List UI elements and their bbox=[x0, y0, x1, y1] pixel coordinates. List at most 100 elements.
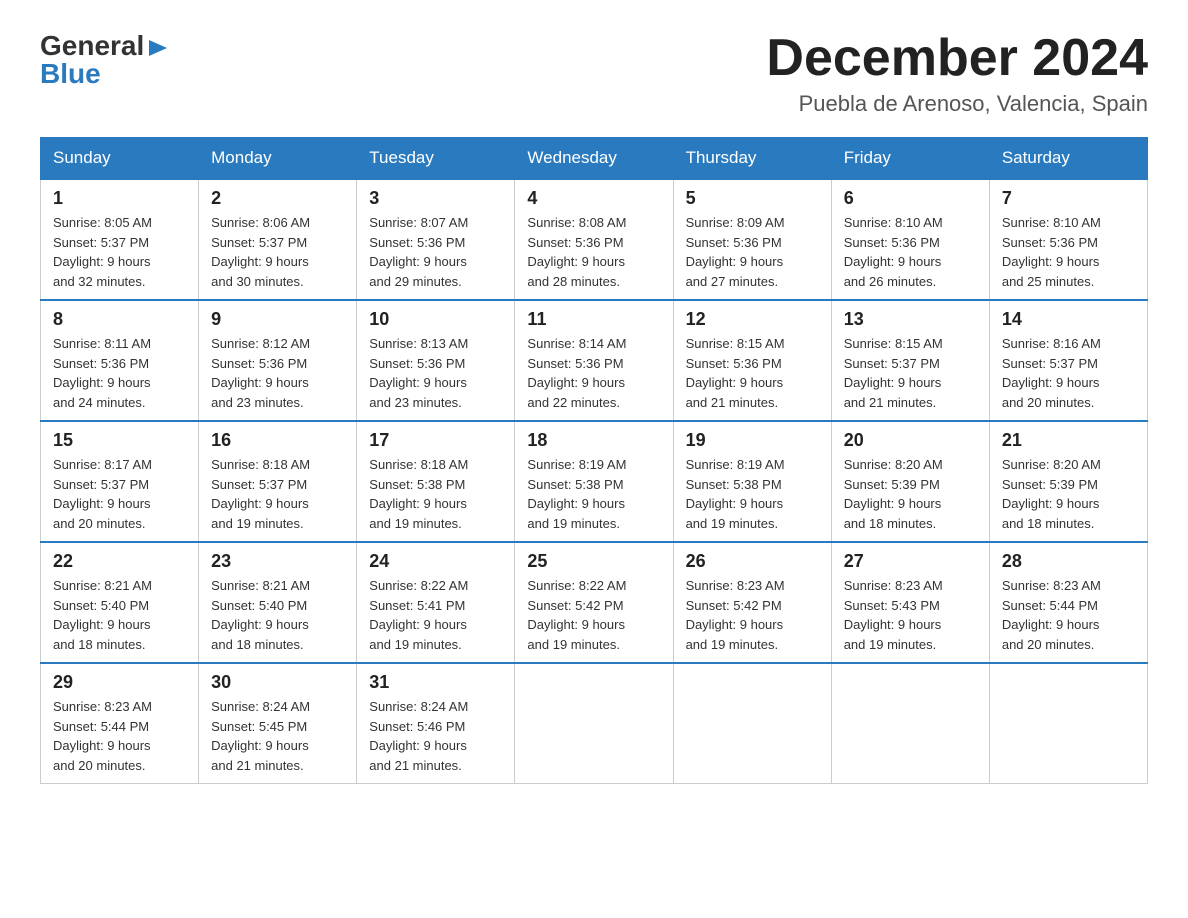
day-info: Sunrise: 8:07 AM Sunset: 5:36 PM Dayligh… bbox=[369, 213, 502, 291]
daylight-label: Daylight: 9 hours bbox=[211, 496, 309, 511]
daylight-label: Daylight: 9 hours bbox=[369, 496, 467, 511]
day-number: 22 bbox=[53, 551, 186, 572]
daylight-label: Daylight: 9 hours bbox=[369, 617, 467, 632]
sunrise-label: Sunrise: 8:19 AM bbox=[686, 457, 785, 472]
daylight-label: Daylight: 9 hours bbox=[53, 738, 151, 753]
day-info: Sunrise: 8:22 AM Sunset: 5:42 PM Dayligh… bbox=[527, 576, 660, 654]
sunrise-label: Sunrise: 8:14 AM bbox=[527, 336, 626, 351]
day-number: 18 bbox=[527, 430, 660, 451]
daylight-label: Daylight: 9 hours bbox=[1002, 617, 1100, 632]
daylight-label: Daylight: 9 hours bbox=[527, 254, 625, 269]
week-row-4: 22 Sunrise: 8:21 AM Sunset: 5:40 PM Dayl… bbox=[41, 542, 1148, 663]
sunset-label: Sunset: 5:36 PM bbox=[53, 356, 149, 371]
empty-cell bbox=[831, 663, 989, 784]
day-cell-21: 21 Sunrise: 8:20 AM Sunset: 5:39 PM Dayl… bbox=[989, 421, 1147, 542]
daylight-label: Daylight: 9 hours bbox=[369, 254, 467, 269]
empty-cell bbox=[673, 663, 831, 784]
day-cell-6: 6 Sunrise: 8:10 AM Sunset: 5:36 PM Dayli… bbox=[831, 179, 989, 300]
sunset-label: Sunset: 5:42 PM bbox=[527, 598, 623, 613]
day-cell-18: 18 Sunrise: 8:19 AM Sunset: 5:38 PM Dayl… bbox=[515, 421, 673, 542]
day-cell-13: 13 Sunrise: 8:15 AM Sunset: 5:37 PM Dayl… bbox=[831, 300, 989, 421]
logo: General Blue bbox=[40, 30, 169, 90]
sunset-label: Sunset: 5:41 PM bbox=[369, 598, 465, 613]
sunrise-label: Sunrise: 8:23 AM bbox=[686, 578, 785, 593]
sunrise-label: Sunrise: 8:24 AM bbox=[211, 699, 310, 714]
sunset-label: Sunset: 5:39 PM bbox=[844, 477, 940, 492]
daylight-label: Daylight: 9 hours bbox=[686, 254, 784, 269]
logo-blue-text: Blue bbox=[40, 58, 169, 90]
day-cell-19: 19 Sunrise: 8:19 AM Sunset: 5:38 PM Dayl… bbox=[673, 421, 831, 542]
day-info: Sunrise: 8:20 AM Sunset: 5:39 PM Dayligh… bbox=[1002, 455, 1135, 533]
daylight-minutes: and 32 minutes. bbox=[53, 274, 146, 289]
day-cell-8: 8 Sunrise: 8:11 AM Sunset: 5:36 PM Dayli… bbox=[41, 300, 199, 421]
sunrise-label: Sunrise: 8:20 AM bbox=[1002, 457, 1101, 472]
daylight-minutes: and 20 minutes. bbox=[53, 758, 146, 773]
sunset-label: Sunset: 5:42 PM bbox=[686, 598, 782, 613]
day-info: Sunrise: 8:23 AM Sunset: 5:44 PM Dayligh… bbox=[1002, 576, 1135, 654]
daylight-minutes: and 18 minutes. bbox=[53, 637, 146, 652]
day-info: Sunrise: 8:14 AM Sunset: 5:36 PM Dayligh… bbox=[527, 334, 660, 412]
sunrise-label: Sunrise: 8:12 AM bbox=[211, 336, 310, 351]
week-row-5: 29 Sunrise: 8:23 AM Sunset: 5:44 PM Dayl… bbox=[41, 663, 1148, 784]
daylight-minutes: and 29 minutes. bbox=[369, 274, 462, 289]
sunset-label: Sunset: 5:45 PM bbox=[211, 719, 307, 734]
day-number: 19 bbox=[686, 430, 819, 451]
sunrise-label: Sunrise: 8:10 AM bbox=[1002, 215, 1101, 230]
day-cell-27: 27 Sunrise: 8:23 AM Sunset: 5:43 PM Dayl… bbox=[831, 542, 989, 663]
day-number: 12 bbox=[686, 309, 819, 330]
location-subtitle: Puebla de Arenoso, Valencia, Spain bbox=[766, 91, 1148, 117]
daylight-minutes: and 21 minutes. bbox=[211, 758, 304, 773]
day-number: 25 bbox=[527, 551, 660, 572]
daylight-label: Daylight: 9 hours bbox=[211, 375, 309, 390]
day-cell-23: 23 Sunrise: 8:21 AM Sunset: 5:40 PM Dayl… bbox=[199, 542, 357, 663]
daylight-minutes: and 18 minutes. bbox=[211, 637, 304, 652]
daylight-minutes: and 20 minutes. bbox=[53, 516, 146, 531]
day-cell-24: 24 Sunrise: 8:22 AM Sunset: 5:41 PM Dayl… bbox=[357, 542, 515, 663]
sunset-label: Sunset: 5:39 PM bbox=[1002, 477, 1098, 492]
day-info: Sunrise: 8:23 AM Sunset: 5:42 PM Dayligh… bbox=[686, 576, 819, 654]
day-number: 13 bbox=[844, 309, 977, 330]
day-cell-20: 20 Sunrise: 8:20 AM Sunset: 5:39 PM Dayl… bbox=[831, 421, 989, 542]
sunrise-label: Sunrise: 8:23 AM bbox=[53, 699, 152, 714]
day-number: 24 bbox=[369, 551, 502, 572]
sunset-label: Sunset: 5:38 PM bbox=[527, 477, 623, 492]
calendar-header-row: SundayMondayTuesdayWednesdayThursdayFrid… bbox=[41, 138, 1148, 180]
month-year-title: December 2024 bbox=[766, 30, 1148, 87]
sunrise-label: Sunrise: 8:19 AM bbox=[527, 457, 626, 472]
day-number: 5 bbox=[686, 188, 819, 209]
daylight-label: Daylight: 9 hours bbox=[844, 375, 942, 390]
sunset-label: Sunset: 5:43 PM bbox=[844, 598, 940, 613]
daylight-minutes: and 19 minutes. bbox=[211, 516, 304, 531]
empty-cell bbox=[989, 663, 1147, 784]
daylight-minutes: and 19 minutes. bbox=[369, 637, 462, 652]
sunrise-label: Sunrise: 8:13 AM bbox=[369, 336, 468, 351]
daylight-label: Daylight: 9 hours bbox=[211, 254, 309, 269]
day-cell-16: 16 Sunrise: 8:18 AM Sunset: 5:37 PM Dayl… bbox=[199, 421, 357, 542]
day-cell-29: 29 Sunrise: 8:23 AM Sunset: 5:44 PM Dayl… bbox=[41, 663, 199, 784]
day-info: Sunrise: 8:23 AM Sunset: 5:43 PM Dayligh… bbox=[844, 576, 977, 654]
sunrise-label: Sunrise: 8:21 AM bbox=[53, 578, 152, 593]
daylight-label: Daylight: 9 hours bbox=[1002, 375, 1100, 390]
daylight-label: Daylight: 9 hours bbox=[527, 375, 625, 390]
day-info: Sunrise: 8:15 AM Sunset: 5:36 PM Dayligh… bbox=[686, 334, 819, 412]
sunrise-label: Sunrise: 8:24 AM bbox=[369, 699, 468, 714]
day-number: 1 bbox=[53, 188, 186, 209]
day-info: Sunrise: 8:18 AM Sunset: 5:38 PM Dayligh… bbox=[369, 455, 502, 533]
logo-triangle-icon bbox=[147, 36, 169, 58]
col-header-sunday: Sunday bbox=[41, 138, 199, 180]
sunset-label: Sunset: 5:36 PM bbox=[686, 356, 782, 371]
sunrise-label: Sunrise: 8:16 AM bbox=[1002, 336, 1101, 351]
daylight-minutes: and 20 minutes. bbox=[1002, 637, 1095, 652]
sunset-label: Sunset: 5:40 PM bbox=[211, 598, 307, 613]
daylight-label: Daylight: 9 hours bbox=[527, 496, 625, 511]
daylight-label: Daylight: 9 hours bbox=[369, 375, 467, 390]
day-cell-3: 3 Sunrise: 8:07 AM Sunset: 5:36 PM Dayli… bbox=[357, 179, 515, 300]
sunrise-label: Sunrise: 8:15 AM bbox=[686, 336, 785, 351]
sunset-label: Sunset: 5:37 PM bbox=[53, 477, 149, 492]
sunset-label: Sunset: 5:44 PM bbox=[1002, 598, 1098, 613]
daylight-label: Daylight: 9 hours bbox=[844, 496, 942, 511]
sunset-label: Sunset: 5:38 PM bbox=[686, 477, 782, 492]
daylight-minutes: and 24 minutes. bbox=[53, 395, 146, 410]
col-header-wednesday: Wednesday bbox=[515, 138, 673, 180]
day-info: Sunrise: 8:17 AM Sunset: 5:37 PM Dayligh… bbox=[53, 455, 186, 533]
